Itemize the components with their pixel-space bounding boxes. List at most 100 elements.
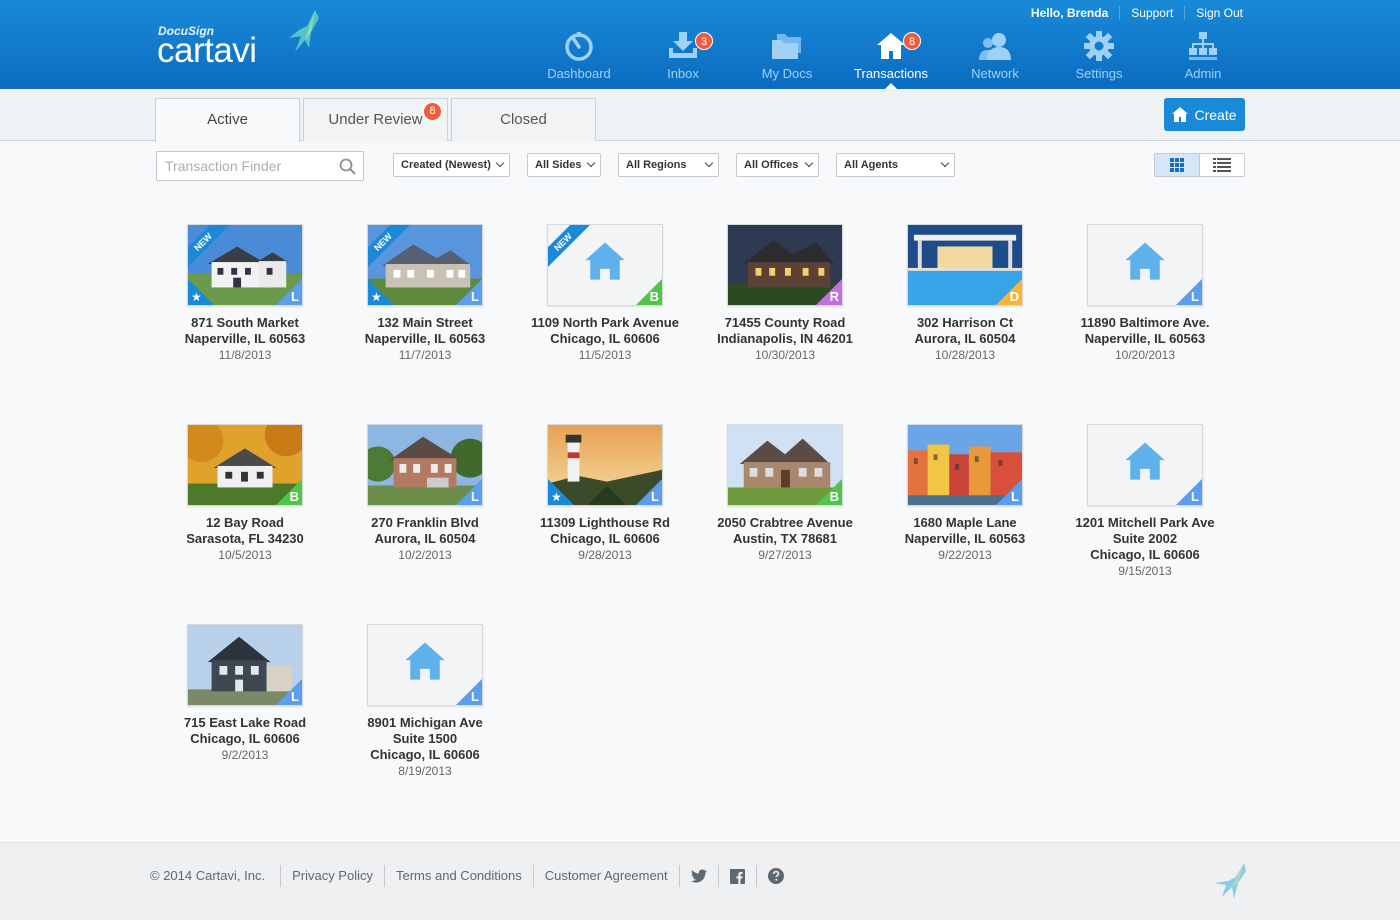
- address-line-3: Chicago, IL 60606: [1090, 547, 1200, 562]
- property-thumbnail[interactable]: L: [907, 424, 1023, 506]
- nav-label: Settings: [1075, 66, 1123, 81]
- regions-dropdown[interactable]: All Regions: [618, 153, 719, 177]
- nav-admin[interactable]: Admin: [1151, 30, 1255, 89]
- privacy-link[interactable]: Privacy Policy: [280, 865, 384, 887]
- tab-active[interactable]: Active: [155, 98, 300, 142]
- property-thumbnail[interactable]: D: [907, 224, 1023, 306]
- terms-link[interactable]: Terms and Conditions: [384, 865, 533, 887]
- property-thumbnail[interactable]: NEW ★ L: [187, 224, 303, 306]
- property-thumbnail[interactable]: B: [187, 424, 303, 506]
- address-line-1: 8901 Michigan Ave: [367, 715, 483, 730]
- gear-icon: [1084, 31, 1114, 61]
- property-thumbnail[interactable]: R: [727, 224, 843, 306]
- property-thumbnail[interactable]: NEW ★ L: [367, 224, 483, 306]
- tab-under-review[interactable]: Under Review 8: [303, 98, 448, 141]
- star-icon[interactable]: ★: [191, 290, 202, 304]
- transaction-card[interactable]: B 12 Bay Road Sarasota, FL 34230 10/5/2013: [155, 424, 335, 563]
- signout-link[interactable]: Sign Out: [1184, 6, 1243, 20]
- created-date: 8/19/2013: [398, 764, 452, 778]
- transaction-card[interactable]: R 71455 County Road Indianapolis, IN 46201…: [695, 224, 875, 363]
- nav-my-docs[interactable]: My Docs: [735, 30, 839, 89]
- dropdown-value: All Agents: [844, 159, 898, 171]
- transaction-card[interactable]: NEW ★ L 132 Main Street Naperville, IL 60563…: [335, 224, 515, 363]
- nav-inbox[interactable]: Inbox 3: [631, 30, 735, 89]
- transaction-card[interactable]: NEW B 1109 North Park Avenue Chicago, IL 60…: [515, 224, 695, 363]
- nav-label: Inbox: [667, 66, 699, 81]
- address-line-2: Chicago, IL 60606: [190, 731, 300, 746]
- nav-label: My Docs: [761, 66, 813, 81]
- property-thumbnail[interactable]: NEW B: [547, 224, 663, 306]
- transaction-finder: [156, 151, 364, 181]
- role-badge: L: [1191, 289, 1199, 304]
- property-thumbnail[interactable]: B: [727, 424, 843, 506]
- created-date: 10/28/2013: [934, 348, 996, 362]
- address-line-2: Suite 1500: [392, 731, 458, 746]
- dropdown-value: Created (Newest): [401, 159, 491, 171]
- address-line-2: Naperville, IL 60563: [1084, 331, 1206, 346]
- property-thumbnail[interactable]: L: [187, 624, 303, 706]
- property-thumbnail[interactable]: ★ L: [547, 424, 663, 506]
- grid-icon: [1169, 158, 1184, 172]
- under-review-count-badge: 8: [423, 102, 442, 121]
- help-link[interactable]: [755, 865, 795, 887]
- transaction-card[interactable]: L 1201 Mitchell Park Ave Suite 2002 Chicago…: [1055, 424, 1235, 579]
- transaction-card[interactable]: D 302 Harrison Ct Aurora, IL 60504 10/28/20…: [875, 224, 1055, 363]
- transaction-card[interactable]: ★ L 11309 Lighthouse Rd Chicago, IL 60606 9/…: [515, 424, 695, 563]
- transaction-card[interactable]: L 270 Franklin Blvd Aurora, IL 60504 10/2/2…: [335, 424, 515, 563]
- property-thumbnail[interactable]: L: [1087, 424, 1203, 506]
- property-thumbnail[interactable]: L: [367, 424, 483, 506]
- status-tabs: Active Under Review 8 Closed Create: [0, 89, 1400, 142]
- search-input[interactable]: [157, 152, 327, 180]
- search-icon[interactable]: [339, 158, 356, 175]
- hummingbird-icon: [289, 10, 319, 52]
- list-view-button[interactable]: [1200, 154, 1245, 176]
- created-date: 9/2/2013: [221, 748, 269, 762]
- star-icon[interactable]: ★: [551, 490, 562, 504]
- transaction-card[interactable]: L 1680 Maple Lane Naperville, IL 60563 9/22…: [875, 424, 1055, 563]
- address-line-2: Chicago, IL 60606: [550, 331, 660, 346]
- address-line-1: 270 Franklin Blvd: [371, 515, 479, 530]
- property-thumbnail[interactable]: L: [1087, 224, 1203, 306]
- tab-label: Active: [207, 111, 248, 128]
- facebook-link[interactable]: [717, 865, 756, 887]
- sides-dropdown[interactable]: All Sides: [527, 153, 601, 177]
- twitter-icon: [690, 869, 707, 883]
- sort-dropdown[interactable]: Created (Newest): [393, 153, 510, 177]
- view-toggle: [1154, 153, 1245, 177]
- star-icon[interactable]: ★: [371, 290, 382, 304]
- main-nav: Dashboard Inbox 3 My Docs Transactions 8…: [527, 30, 1255, 89]
- transaction-card[interactable]: L 11890 Baltimore Ave. Naperville, IL 6056…: [1055, 224, 1235, 363]
- folders-icon: [772, 34, 801, 59]
- transaction-card[interactable]: NEW ★ L 871 South Market Naperville, IL 6056…: [155, 224, 335, 363]
- twitter-link[interactable]: [678, 865, 718, 887]
- dropdown-value: All Offices: [744, 159, 799, 171]
- nav-network[interactable]: Network: [943, 30, 1047, 89]
- role-badge: B: [289, 489, 299, 504]
- transaction-card[interactable]: B 2050 Crabtree Avenue Austin, TX 78681 9/2…: [695, 424, 875, 563]
- transaction-card[interactable]: L 8901 Michigan Ave Suite 1500 Chicago, IL …: [335, 624, 515, 779]
- address-line-1: 715 East Lake Road: [183, 715, 307, 730]
- agents-dropdown[interactable]: All Agents: [836, 153, 955, 177]
- role-badge: L: [291, 289, 299, 304]
- nav-dashboard[interactable]: Dashboard: [527, 30, 631, 89]
- tab-closed[interactable]: Closed: [451, 98, 596, 141]
- address-line-1: 871 South Market: [191, 315, 299, 330]
- nav-transactions[interactable]: Transactions 8: [839, 30, 943, 89]
- role-badge: B: [829, 489, 839, 504]
- created-date: 10/5/2013: [218, 548, 272, 562]
- role-badge: L: [471, 289, 479, 304]
- dropdown-value: All Sides: [535, 159, 582, 171]
- offices-dropdown[interactable]: All Offices: [736, 153, 819, 177]
- nav-settings[interactable]: Settings: [1047, 30, 1151, 89]
- agreement-link[interactable]: Customer Agreement: [532, 865, 679, 887]
- address-line-1: 12 Bay Road: [205, 515, 285, 530]
- create-button[interactable]: Create: [1164, 98, 1245, 131]
- created-date: 11/8/2013: [218, 348, 272, 362]
- greeting: Hello, Brenda: [1030, 6, 1109, 20]
- facebook-icon: [729, 868, 745, 884]
- created-date: 11/7/2013: [398, 348, 452, 362]
- property-thumbnail[interactable]: L: [367, 624, 483, 706]
- transaction-card[interactable]: L 715 East Lake Road Chicago, IL 60606 9/2/…: [155, 624, 335, 763]
- grid-view-button[interactable]: [1155, 154, 1200, 176]
- support-link[interactable]: Support: [1119, 6, 1184, 20]
